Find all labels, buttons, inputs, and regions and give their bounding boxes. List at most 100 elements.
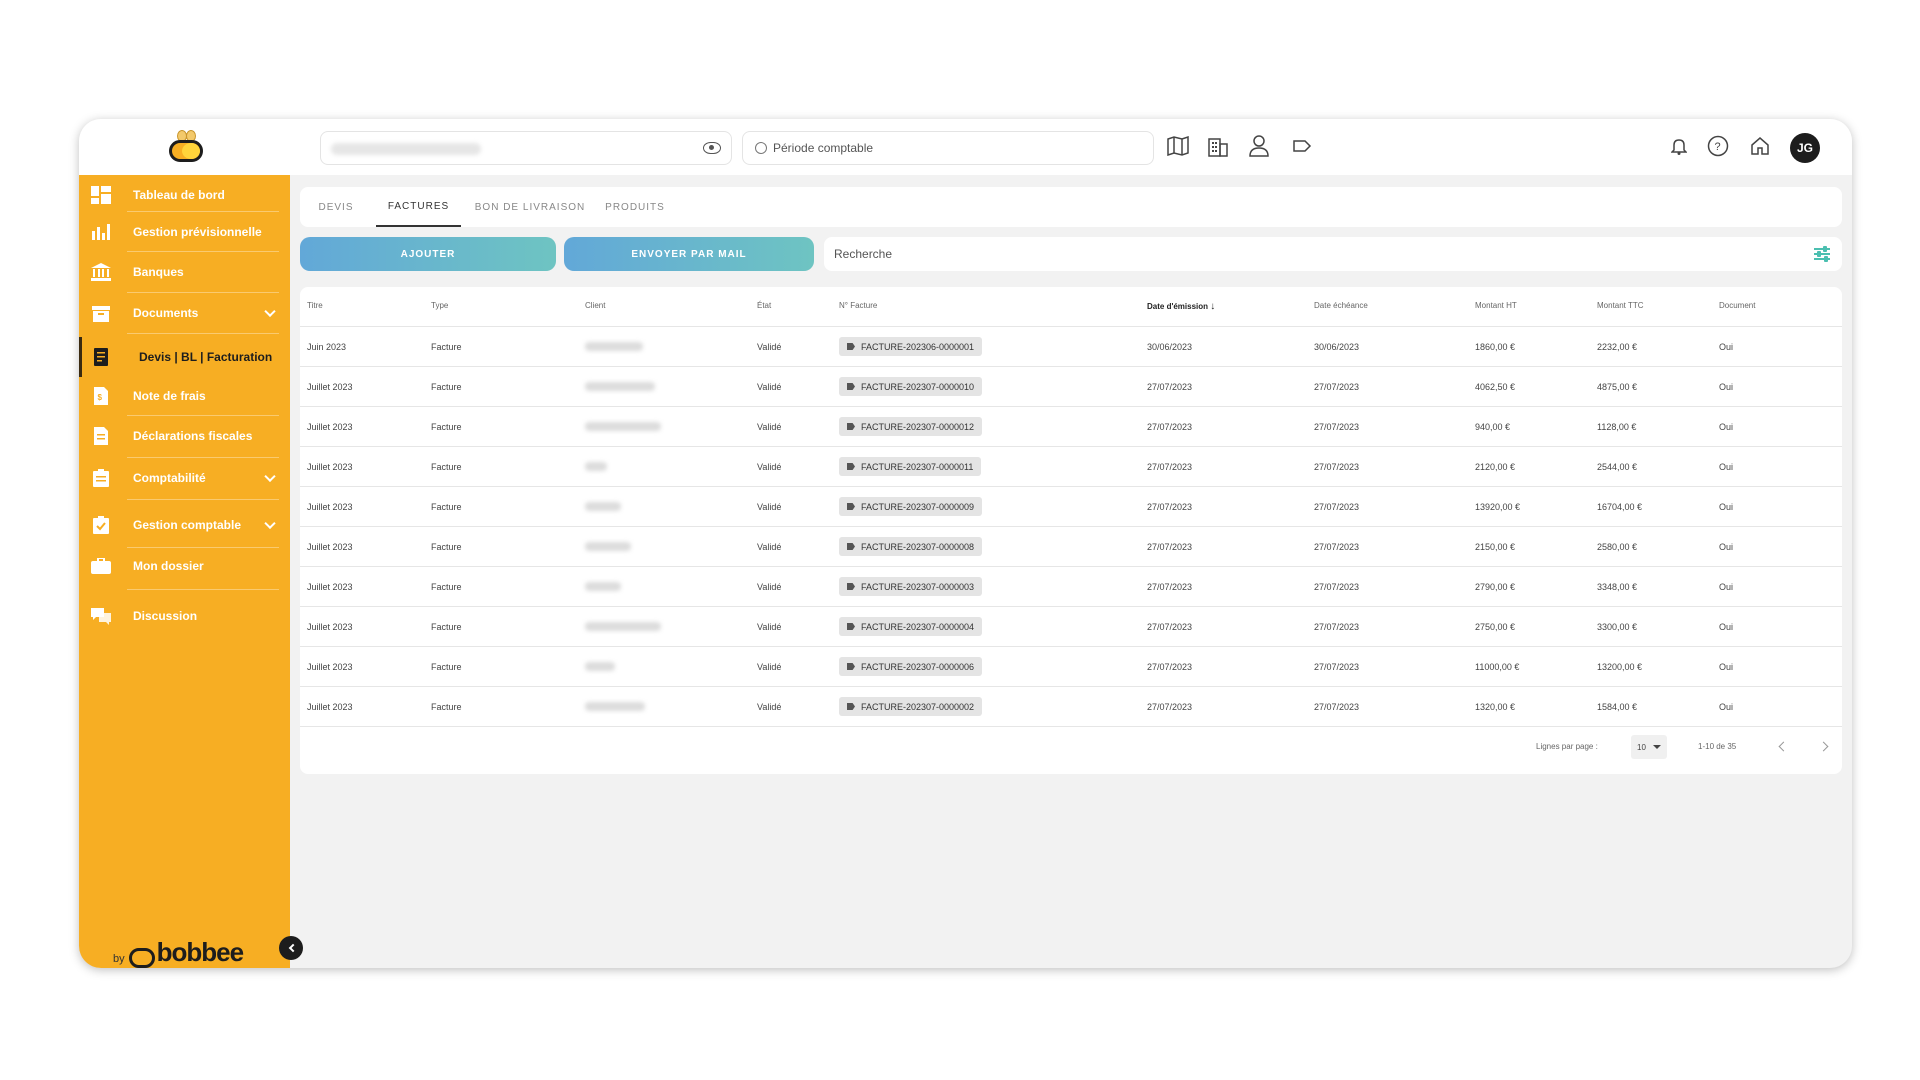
cell-montant-ht: 13920,00 € [1475, 502, 1521, 512]
column-header-montant-ht[interactable]: Montant HT [1475, 301, 1517, 310]
table-row[interactable]: Juillet 2023 Facture Validé 27/07/2023 27/07… [300, 447, 1842, 487]
invoice-number-chip[interactable]: FACTURE-202307-0000002 [839, 697, 983, 716]
cell-montant-ttc: 4875,00 € [1597, 382, 1638, 392]
tax-document-icon [91, 426, 111, 446]
tab-factures[interactable]: FACTURES [376, 187, 461, 227]
previous-page-icon[interactable] [1778, 741, 1789, 752]
tab-produits[interactable]: PRODUITS [598, 187, 672, 227]
search-input[interactable]: Recherche [824, 237, 1842, 271]
avatar[interactable]: JG [1790, 133, 1820, 163]
invoice-number-chip[interactable]: FACTURE-202307-0000011 [839, 457, 982, 476]
table-row[interactable]: Juillet 2023 Facture Validé 27/07/2023 27/07… [300, 567, 1842, 607]
cell-client-blurred [585, 542, 631, 551]
home-icon[interactable] [1748, 134, 1772, 158]
send-by-mail-button[interactable]: ENVOYER PAR MAIL [564, 237, 814, 271]
table-row[interactable]: Juillet 2023 Facture Validé 27/07/2023 27/07… [300, 487, 1842, 527]
cell-montant-ht: 2790,00 € [1475, 582, 1516, 592]
cell-document: Oui [1719, 622, 1734, 632]
sidebar-item-banks[interactable]: Banques [79, 257, 290, 287]
invoice-number-chip[interactable]: FACTURE-202307-0000006 [839, 657, 983, 676]
cell-etat: Validé [757, 622, 782, 632]
user-icon[interactable] [1247, 134, 1271, 158]
column-header-type[interactable]: Type [431, 301, 448, 310]
table-row[interactable]: Juillet 2023 Facture Validé 27/07/2023 27/07… [300, 687, 1842, 727]
cell-document: Oui [1719, 662, 1734, 672]
cell-titre: Juillet 2023 [307, 662, 353, 672]
chevron-down-icon [264, 517, 276, 530]
cell-type: Facture [431, 662, 462, 672]
cell-date-emission: 27/07/2023 [1147, 622, 1193, 632]
next-page-icon[interactable] [1818, 741, 1829, 752]
cell-etat: Validé [757, 422, 782, 432]
cell-date-echeance: 27/07/2023 [1314, 422, 1360, 432]
dashboard-icon [91, 185, 111, 205]
add-button[interactable]: AJOUTER [300, 237, 556, 271]
table-row[interactable]: Juin 2023 Facture Validé 30/06/2023 30/06/20… [300, 327, 1842, 367]
cell-client-blurred [585, 702, 645, 711]
divider [127, 251, 279, 252]
building-icon[interactable] [1206, 134, 1230, 158]
invoice-number-chip[interactable]: FACTURE-202306-0000001 [839, 337, 983, 356]
tag-icon[interactable] [1290, 134, 1314, 158]
sidebar-item-accounting[interactable]: Comptabilité [79, 461, 290, 495]
sidebar-item-dashboard[interactable]: Tableau de bord [79, 181, 290, 209]
sidebar-item-forecast[interactable]: Gestion prévisionnelle [79, 217, 290, 247]
table-row[interactable]: Juillet 2023 Facture Validé 27/07/2023 27/07… [300, 647, 1842, 687]
sidebar-item-my-folder[interactable]: Mon dossier [79, 551, 290, 581]
collapse-sidebar-button[interactable] [279, 936, 303, 960]
tab-devis[interactable]: DEVIS [306, 187, 366, 227]
cell-type: Facture [431, 502, 462, 512]
bee-logo-icon [128, 948, 155, 968]
sidebar-item-label: Note de frais [133, 389, 206, 403]
cell-date-emission: 27/07/2023 [1147, 502, 1193, 512]
column-header-etat[interactable]: État [757, 301, 771, 310]
cell-type: Facture [431, 462, 462, 472]
invoice-number-chip[interactable]: FACTURE-202307-0000010 [839, 377, 983, 396]
bank-icon [91, 262, 111, 282]
help-icon[interactable]: ? [1706, 134, 1730, 158]
filter-icon[interactable] [1814, 246, 1830, 262]
column-header-client[interactable]: Client [585, 301, 605, 310]
table-header: Titre Type Client État N° Facture Date d… [300, 287, 1842, 327]
sidebar-item-label: Discussion [133, 609, 198, 623]
brand-name: bobbee [156, 937, 244, 967]
invoice-number-chip[interactable]: FACTURE-202307-0000009 [839, 497, 983, 516]
column-header-date-emission[interactable]: Date d'émission ↓ [1147, 301, 1215, 312]
invoice-number-chip[interactable]: FACTURE-202307-0000008 [839, 537, 983, 556]
tab-bon-de-livraison[interactable]: BON DE LIVRAISON [470, 187, 590, 227]
cell-etat: Validé [757, 342, 782, 352]
table-row[interactable]: Juillet 2023 Facture Validé 27/07/2023 27/07… [300, 607, 1842, 647]
invoice-number-chip[interactable]: FACTURE-202307-0000004 [839, 617, 983, 636]
table-row[interactable]: Juillet 2023 Facture Validé 27/07/2023 27/07… [300, 527, 1842, 567]
invoice-number-chip[interactable]: FACTURE-202307-0000012 [839, 417, 983, 436]
sidebar-item-tax-declarations[interactable]: Déclarations fiscales [79, 421, 290, 451]
table-row[interactable]: Juillet 2023 Facture Validé 27/07/2023 27/07… [300, 367, 1842, 407]
bell-icon[interactable] [1667, 134, 1691, 158]
rows-per-page-select[interactable]: 10 [1631, 735, 1667, 759]
cell-date-emission: 27/07/2023 [1147, 662, 1193, 672]
logo[interactable] [79, 119, 290, 175]
svg-text:?: ? [1715, 141, 1721, 153]
sidebar-item-label: Mon dossier [133, 559, 204, 573]
sidebar-item-discussion[interactable]: Discussion [79, 599, 290, 633]
sidebar-item-accounting-management[interactable]: Gestion comptable [79, 507, 290, 543]
sidebar-item-invoicing[interactable]: Devis | BL | Facturation [79, 337, 290, 377]
column-header-titre[interactable]: Titre [307, 301, 323, 310]
column-header-numero[interactable]: N° Facture [839, 301, 877, 310]
column-header-montant-ttc[interactable]: Montant TTC [1597, 301, 1644, 310]
column-header-date-echeance[interactable]: Date échéance [1314, 301, 1368, 310]
svg-text:$: $ [98, 393, 103, 402]
sidebar-item-documents[interactable]: Documents [79, 297, 290, 329]
column-header-document[interactable]: Document [1719, 301, 1755, 310]
eye-icon[interactable] [703, 142, 721, 154]
sidebar-item-expenses[interactable]: $ Note de frais [79, 381, 290, 411]
cell-montant-ht: 1320,00 € [1475, 702, 1516, 712]
accounting-period-selector[interactable]: Période comptable [742, 131, 1154, 165]
map-icon[interactable] [1166, 134, 1190, 158]
cell-etat: Validé [757, 462, 782, 472]
company-selector[interactable] [320, 131, 732, 165]
invoice-number-chip[interactable]: FACTURE-202307-0000003 [839, 577, 983, 596]
cell-montant-ttc: 3348,00 € [1597, 582, 1638, 592]
cell-etat: Validé [757, 582, 782, 592]
table-row[interactable]: Juillet 2023 Facture Validé 27/07/2023 27/07… [300, 407, 1842, 447]
